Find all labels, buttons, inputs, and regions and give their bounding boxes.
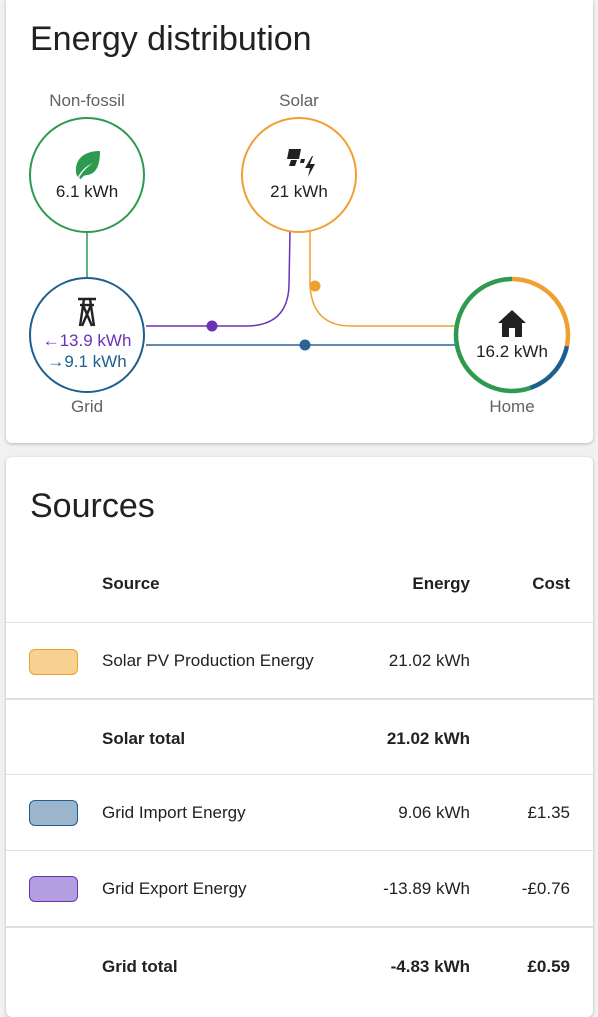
solar-value: 21 kWh	[270, 182, 328, 201]
grid-consumption-value: →9.1 kWh	[47, 352, 127, 371]
grid-return-value: ←13.9 kWh	[42, 331, 132, 350]
source-column-header: Source	[102, 574, 160, 593]
source-cost: £1.35	[527, 803, 570, 822]
table-row: Grid Export Energy -13.89 kWh -£0.76	[6, 850, 593, 927]
table-row: Solar PV Production Energy 21.02 kWh	[6, 622, 593, 699]
sources-title: Sources	[30, 487, 155, 525]
source-name: Solar PV Production Energy	[102, 651, 314, 670]
source-name: Grid Import Energy	[102, 803, 246, 822]
energy-distribution-card: Energy distribution Non-fossil 6.1 kWh S…	[6, 0, 593, 443]
grid-import-color-swatch	[29, 800, 78, 826]
sources-card: Sources Source Energy Cost Solar PV Prod…	[6, 457, 593, 1017]
home-value: 16.2 kWh	[476, 342, 548, 361]
source-energy: 9.06 kWh	[398, 803, 470, 822]
home-label: Home	[489, 397, 535, 416]
source-name: Grid Export Energy	[102, 879, 247, 898]
grid-label: Grid	[70, 397, 104, 416]
solar-to-home-line	[309, 231, 456, 327]
table-row: Grid Import Energy 9.06 kWh £1.35	[6, 774, 593, 851]
nonfossil-value: 6.1 kWh	[55, 182, 119, 201]
source-name: Solar total	[102, 729, 186, 748]
table-row: Solar total 21.02 kWh	[6, 698, 593, 776]
source-energy: -13.89 kWh	[383, 879, 470, 898]
source-name: Grid total	[102, 957, 178, 976]
cost-column-header: Cost	[532, 574, 570, 593]
energy-column-header: Energy	[412, 574, 470, 593]
source-energy: 21.02 kWh	[388, 651, 470, 670]
solar-circle	[241, 117, 357, 233]
grid-consumption-flow-dot	[299, 339, 311, 351]
table-row: Grid total -4.83 kWh £0.59	[6, 926, 593, 1004]
source-energy: 21.02 kWh	[386, 729, 470, 748]
source-energy: -4.83 kWh	[390, 957, 470, 976]
nonfossil-label: Non-fossil	[49, 91, 125, 110]
grid-to-solar-return-line	[146, 230, 291, 327]
solar-flow-dot	[309, 280, 321, 292]
source-cost: £0.59	[527, 957, 570, 976]
source-cost: -£0.76	[521, 879, 570, 898]
grid-return-flow-dot	[206, 320, 218, 332]
grid-export-color-swatch	[29, 876, 78, 902]
energy-flow-diagram	[29, 117, 571, 394]
solar-label: Solar	[279, 91, 319, 110]
solar-color-swatch	[29, 649, 78, 675]
